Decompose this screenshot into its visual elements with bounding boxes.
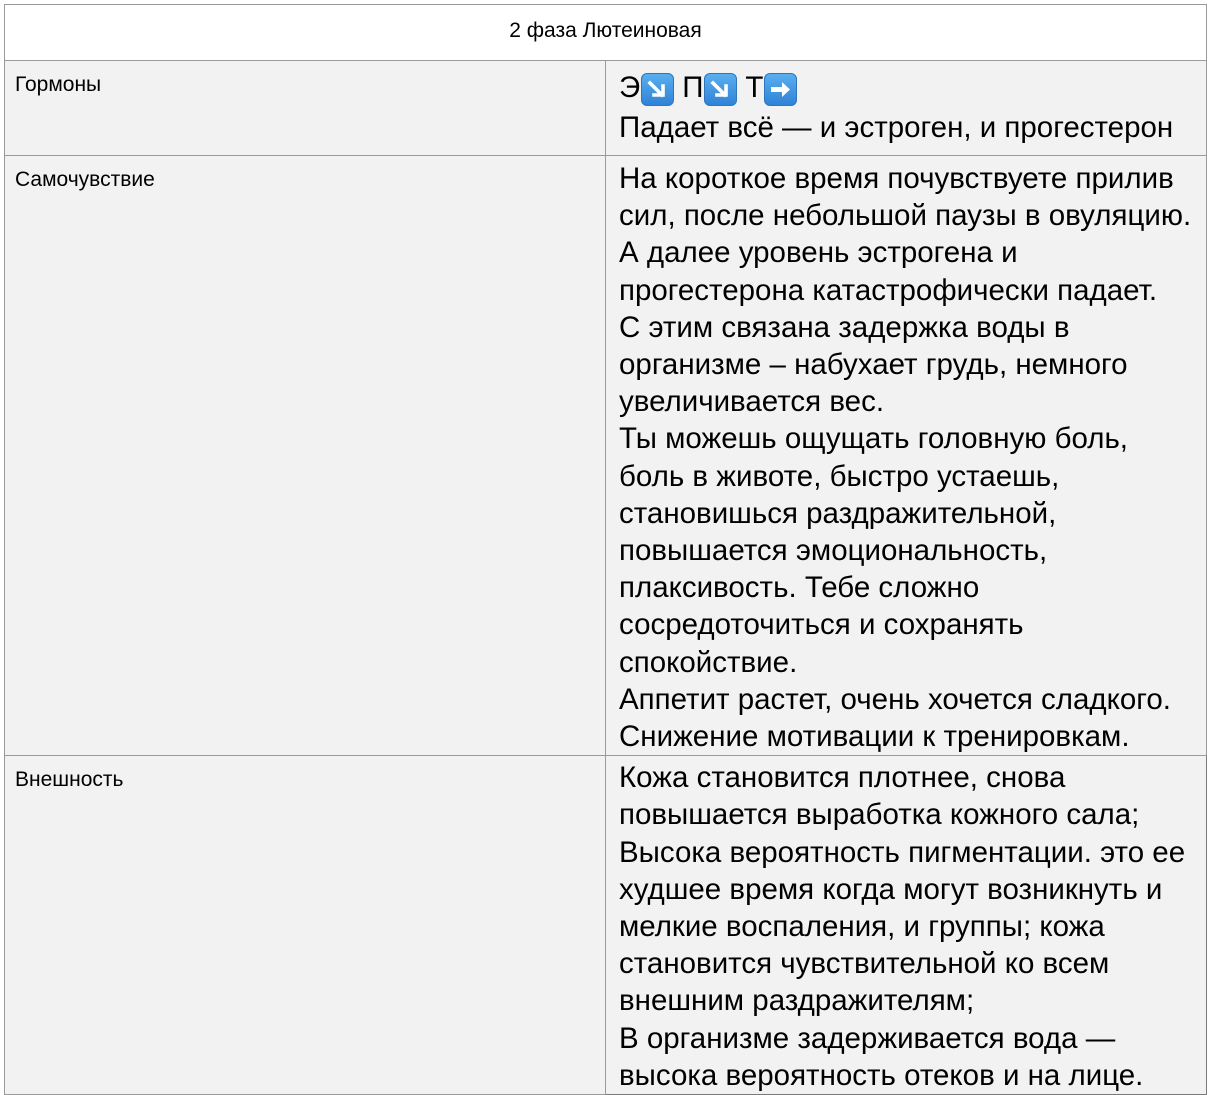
paragraph: Кожа становится плотнее, снова повышаетс… xyxy=(619,761,1140,832)
arrow-down-right-icon xyxy=(704,72,738,106)
paragraph: Высока вероятность пигментации. это ее х… xyxy=(619,835,1186,1018)
phase-title: 2 фаза Лютеиновая xyxy=(509,18,702,42)
row-label: Гормоны xyxy=(15,73,102,96)
hormone-testosterone-letter: Т xyxy=(745,71,764,105)
row-label-hormones: Гормоны xyxy=(4,60,606,156)
hormone-progesterone-letter: П xyxy=(682,71,704,105)
arrow-down-right-icon xyxy=(641,72,675,106)
paragraph: С этим связана задержка воды в организме… xyxy=(619,310,1128,419)
row-label-appearance: Внешность xyxy=(4,755,606,1095)
table-row-wellbeing: Самочувствие На короткое время почувству… xyxy=(4,154,1207,757)
table-title-cell: 2 фаза Лютеиновая xyxy=(4,4,1207,61)
arrow-right-icon xyxy=(764,72,798,106)
table-row-appearance: Внешность Кожа становится плотнее, снова… xyxy=(4,755,1207,1095)
row-label: Внешность xyxy=(15,768,124,792)
row-content-wellbeing: На короткое время почувствуете прилив си… xyxy=(605,154,1207,757)
paragraph: Ты можешь ощущать головную боль, боль в … xyxy=(619,422,1129,679)
paragraph: На короткое время почувствуете прилив си… xyxy=(619,162,1192,307)
row-label: Самочувствие xyxy=(15,168,155,191)
row-content-hormones: Э П Т Падает всё — и эстроген, и прогест… xyxy=(605,60,1207,156)
phase-table: 2 фаза Лютеиновая Гормоны Э П Т Падает в… xyxy=(4,4,1207,1095)
row-content-appearance: Кожа становится плотнее, снова повышаетс… xyxy=(605,755,1207,1095)
paragraph: Аппетит растет, очень хочется сладкого. … xyxy=(619,682,1171,754)
table-row-hormones: Гормоны Э П Т Падает всё — и эстроген, и… xyxy=(4,60,1207,156)
hormone-estrogen-letter: Э xyxy=(619,71,641,105)
hormones-description: Падает всё — и эстроген, и прогестерон xyxy=(619,111,1174,144)
paragraph: В организме задерживается вода — высока … xyxy=(619,1021,1144,1092)
table-header-row: 2 фаза Лютеиновая xyxy=(4,4,1207,61)
row-label-wellbeing: Самочувствие xyxy=(4,154,606,757)
hormone-indicators: Э П Т xyxy=(619,67,1198,109)
document-page: 2 фаза Лютеиновая Гормоны Э П Т Падает в… xyxy=(0,0,1212,1095)
